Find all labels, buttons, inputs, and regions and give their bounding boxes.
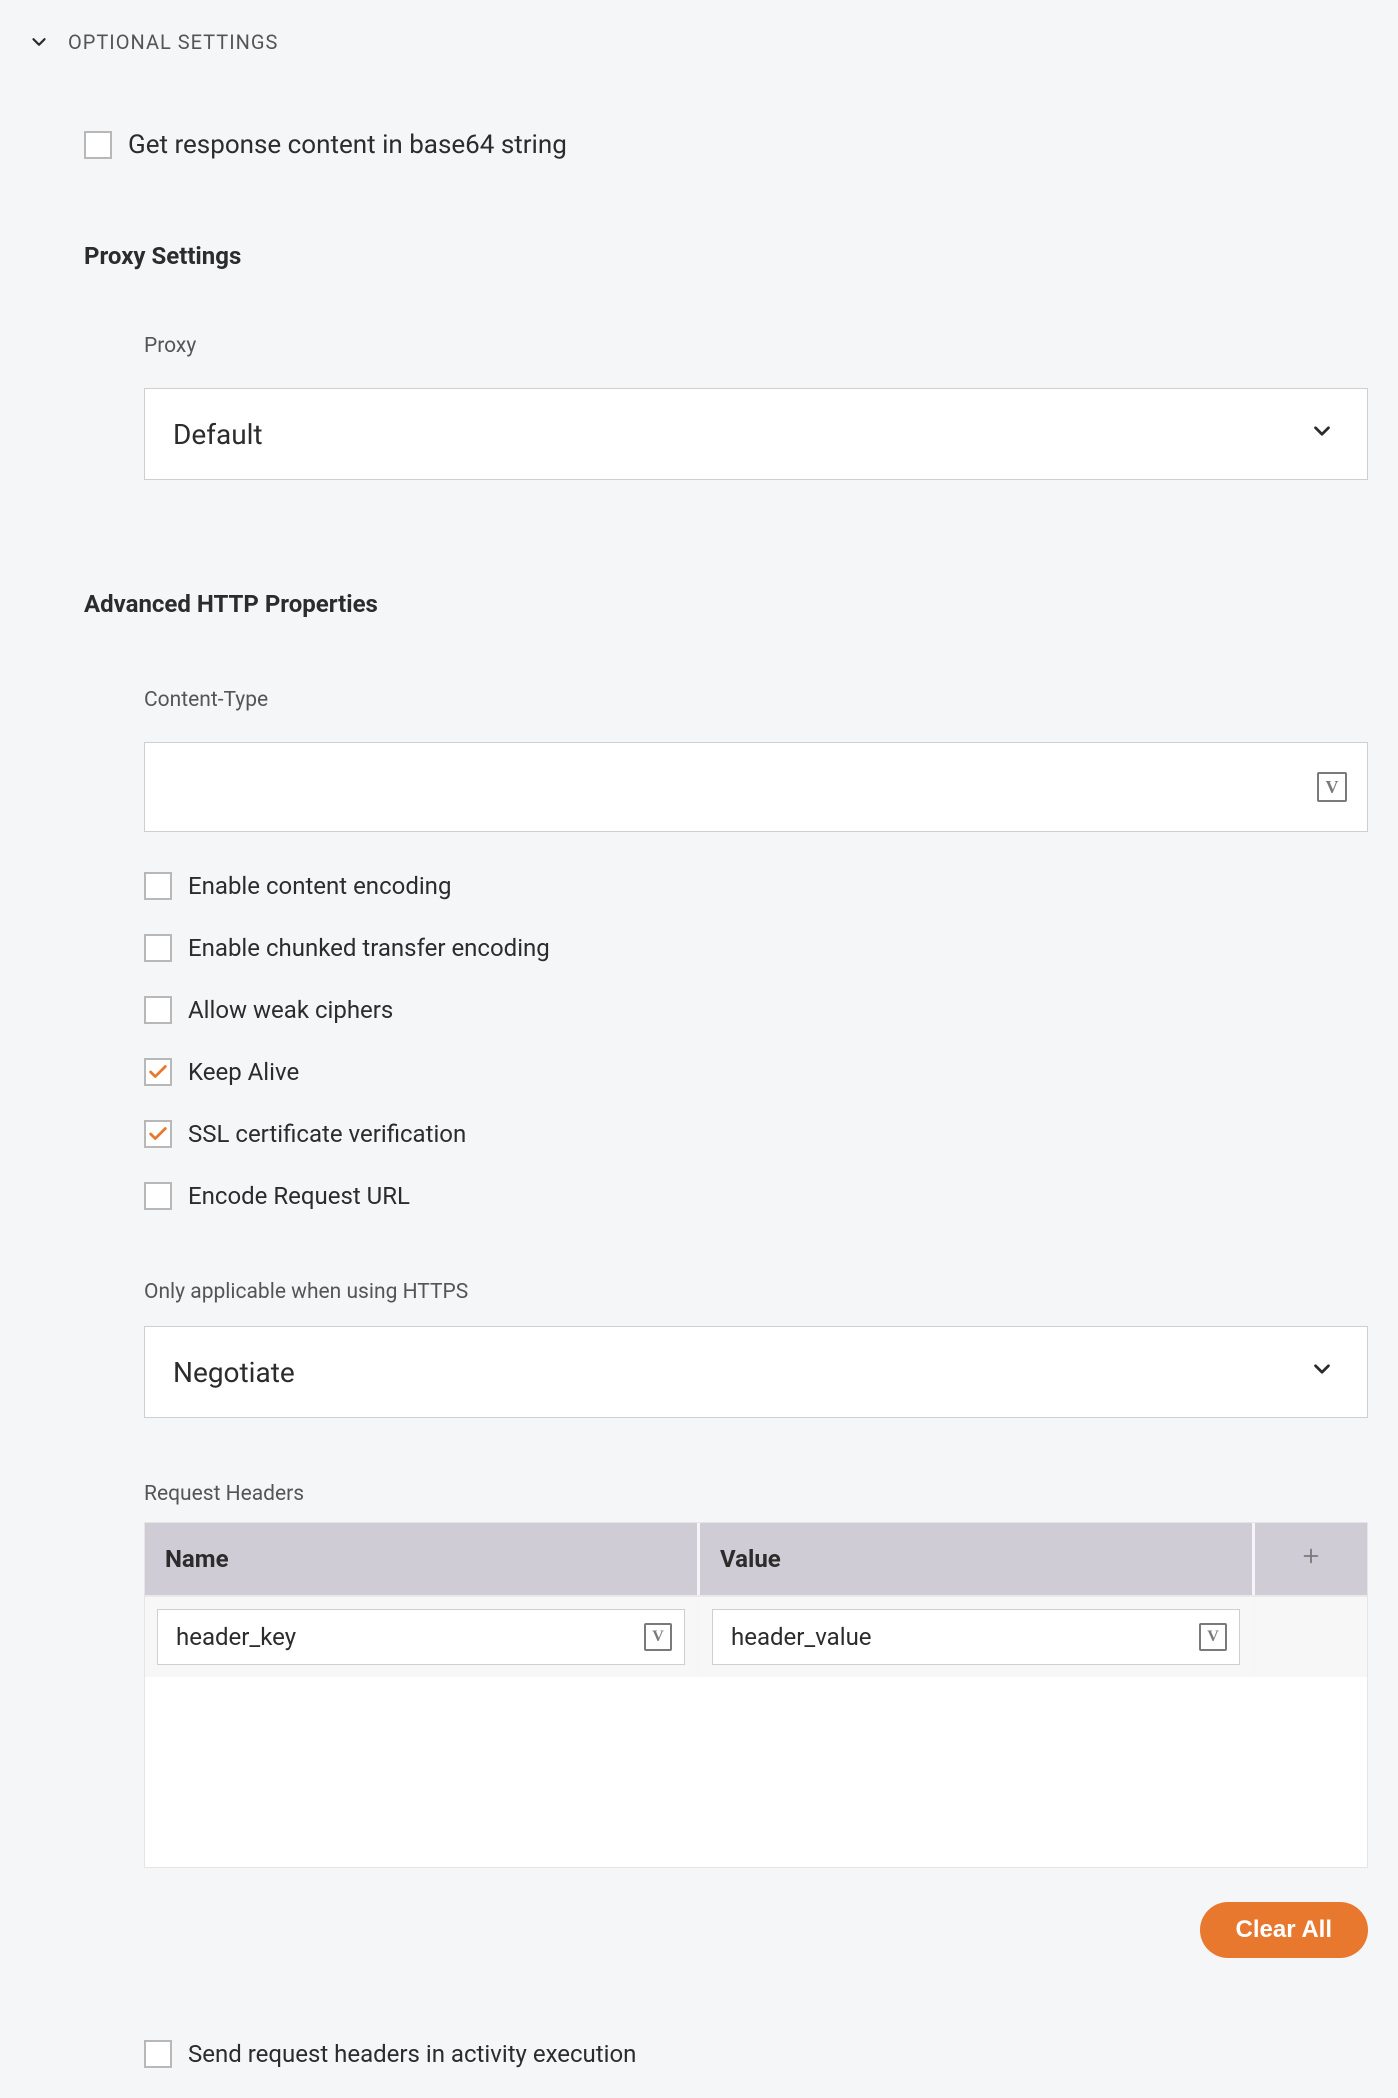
keep-alive-label: Keep Alive <box>188 1058 299 1086</box>
ssl-verify-checkbox[interactable] <box>144 1120 172 1148</box>
optional-settings-toggle[interactable]: OPTIONAL SETTINGS <box>28 30 1368 54</box>
content-type-label: Content-Type <box>144 688 1368 712</box>
send-headers-row: Send request headers in activity executi… <box>144 2040 1368 2068</box>
variable-icon[interactable]: V <box>1317 772 1347 802</box>
keep-alive-row: Keep Alive <box>144 1058 1368 1086</box>
allow-weak-ciphers-row: Allow weak ciphers <box>144 996 1368 1024</box>
base64-checkbox-label: Get response content in base64 string <box>128 130 567 160</box>
request-headers-label: Request Headers <box>144 1482 1368 1506</box>
header-value-input[interactable]: header_value V <box>712 1609 1240 1665</box>
optional-settings-label: OPTIONAL SETTINGS <box>68 30 278 54</box>
header-name-value: header_key <box>176 1623 296 1651</box>
table-header-row: Name Value <box>145 1523 1367 1595</box>
variable-icon[interactable]: V <box>644 1623 672 1651</box>
https-select-value: Negotiate <box>173 1356 295 1389</box>
clear-all-button[interactable]: Clear All <box>1200 1902 1368 1958</box>
enable-content-encoding-checkbox[interactable] <box>144 872 172 900</box>
enable-chunked-label: Enable chunked transfer encoding <box>188 934 550 962</box>
enable-chunked-row: Enable chunked transfer encoding <box>144 934 1368 962</box>
send-headers-checkbox[interactable] <box>144 2040 172 2068</box>
https-select[interactable]: Negotiate <box>144 1326 1368 1418</box>
send-headers-label: Send request headers in activity executi… <box>188 2040 636 2068</box>
chevron-down-icon <box>1309 1356 1335 1388</box>
proxy-label: Proxy <box>144 334 1368 358</box>
https-note: Only applicable when using HTTPS <box>144 1280 1368 1304</box>
allow-weak-ciphers-label: Allow weak ciphers <box>188 996 393 1024</box>
base64-checkbox-row: Get response content in base64 string <box>84 130 1368 160</box>
proxy-settings-heading: Proxy Settings <box>84 242 1368 270</box>
ssl-verify-row: SSL certificate verification <box>144 1120 1368 1148</box>
base64-checkbox[interactable] <box>84 131 112 159</box>
advanced-http-heading: Advanced HTTP Properties <box>84 590 1368 618</box>
encode-url-label: Encode Request URL <box>188 1182 410 1210</box>
chevron-down-icon <box>1309 418 1335 450</box>
enable-content-encoding-row: Enable content encoding <box>144 872 1368 900</box>
table-empty-area <box>145 1677 1367 1867</box>
keep-alive-checkbox[interactable] <box>144 1058 172 1086</box>
request-headers-table: Name Value header_key V heade <box>144 1522 1368 1868</box>
encode-url-row: Encode Request URL <box>144 1182 1368 1210</box>
header-value-value: header_value <box>731 1623 872 1651</box>
ssl-verify-label: SSL certificate verification <box>188 1120 466 1148</box>
header-name-input[interactable]: header_key V <box>157 1609 685 1665</box>
content-type-input[interactable]: V <box>144 742 1368 832</box>
allow-weak-ciphers-checkbox[interactable] <box>144 996 172 1024</box>
column-value-header: Value <box>700 1523 1255 1595</box>
column-action-header <box>1255 1523 1367 1595</box>
enable-content-encoding-label: Enable content encoding <box>188 872 451 900</box>
chevron-down-icon <box>28 31 50 53</box>
proxy-select[interactable]: Default <box>144 388 1368 480</box>
enable-chunked-checkbox[interactable] <box>144 934 172 962</box>
variable-icon[interactable]: V <box>1199 1623 1227 1651</box>
column-name-header: Name <box>145 1523 700 1595</box>
encode-url-checkbox[interactable] <box>144 1182 172 1210</box>
proxy-select-value: Default <box>173 418 263 451</box>
plus-icon[interactable] <box>1300 1545 1322 1573</box>
table-row: header_key V header_value V <box>145 1595 1367 1677</box>
